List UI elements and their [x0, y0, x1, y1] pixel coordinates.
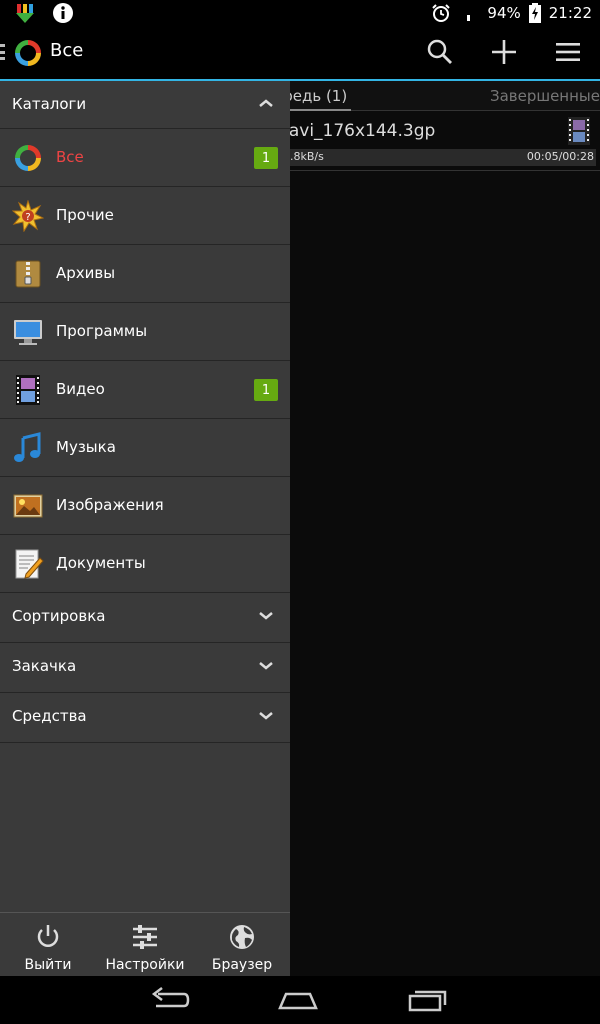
globe-icon — [230, 925, 254, 949]
tab-completed[interactable]: Завершенные — [490, 87, 600, 105]
category-images-label: Изображения — [56, 496, 164, 514]
search-button[interactable] — [424, 36, 456, 68]
alarm-icon — [432, 3, 451, 22]
exit-label: Выйти — [24, 957, 72, 973]
category-all[interactable]: Все 1 — [0, 129, 290, 187]
category-documents[interactable]: Документы — [0, 535, 290, 593]
signal-icon — [467, 14, 471, 21]
image-icon — [13, 494, 43, 518]
exit-button[interactable]: Выйти — [0, 913, 96, 976]
film-icon — [16, 375, 40, 405]
all-refresh-icon — [15, 145, 41, 171]
download-speed: .8kB/s — [290, 150, 324, 163]
section-catalogs[interactable]: Каталоги — [0, 81, 290, 129]
section-sorting-label: Сортировка — [12, 607, 106, 625]
browser-label: Браузер — [211, 957, 273, 973]
navigation-drawer: Каталоги Все 1 ? Прочие Архивы Программы… — [0, 81, 290, 976]
search-icon — [427, 39, 452, 64]
section-download[interactable]: Закачка — [0, 643, 290, 693]
category-video-badge: 1 — [254, 379, 278, 401]
action-bar-title: Все — [50, 40, 84, 61]
misc-burst-icon: ? — [12, 200, 44, 232]
category-video-label: Видео — [56, 380, 105, 398]
info-icon — [53, 2, 73, 23]
category-misc[interactable]: ? Прочие — [0, 187, 290, 245]
chevron-down-icon — [259, 662, 273, 670]
chevron-down-icon — [259, 612, 273, 620]
sliders-icon — [133, 925, 157, 949]
back-icon[interactable] — [144, 984, 192, 1016]
category-programs-label: Программы — [56, 322, 148, 340]
chevron-down-icon — [259, 712, 273, 720]
settings-label: Настройки — [105, 957, 185, 973]
home-icon[interactable] — [274, 984, 322, 1016]
settings-button[interactable]: Настройки — [97, 913, 193, 976]
drawer-bottom-bar: Выйти Настройки Браузер — [0, 912, 290, 976]
battery-percent: 94% — [487, 3, 521, 22]
section-tools-label: Средства — [12, 707, 87, 725]
browser-button[interactable]: Браузер — [194, 913, 290, 976]
recents-icon[interactable] — [404, 984, 452, 1016]
section-tools[interactable]: Средства — [0, 693, 290, 743]
document-icon — [15, 549, 44, 579]
category-images[interactable]: Изображения — [0, 477, 290, 535]
add-button[interactable] — [488, 36, 520, 68]
chevron-up-icon — [259, 99, 273, 107]
category-archives-label: Архивы — [56, 264, 116, 282]
category-all-label: Все — [56, 148, 84, 166]
drawer-indicator-icon[interactable] — [0, 44, 5, 60]
add-icon — [492, 40, 516, 64]
battery-icon — [528, 2, 541, 23]
category-programs[interactable]: Программы — [0, 303, 290, 361]
status-bar: 94% 21:22 — [0, 0, 600, 25]
music-note-icon — [14, 432, 41, 462]
overflow-menu-button[interactable] — [552, 36, 584, 68]
category-archives[interactable]: Архивы — [0, 245, 290, 303]
section-sorting[interactable]: Сортировка — [0, 593, 290, 643]
clock: 21:22 — [548, 3, 592, 22]
system-nav-bar — [0, 976, 600, 1024]
power-icon — [37, 925, 59, 947]
svg-text:?: ? — [25, 212, 30, 223]
archive-icon — [15, 260, 41, 288]
menu-icon — [556, 43, 580, 61]
category-music-label: Музыка — [56, 438, 116, 456]
category-misc-label: Прочие — [56, 206, 114, 224]
section-download-label: Закачка — [12, 657, 77, 675]
category-all-badge: 1 — [254, 147, 278, 169]
video-thumbnail-icon — [568, 117, 590, 145]
download-time: 00:05/00:28 — [526, 150, 594, 163]
category-video[interactable]: Видео 1 — [0, 361, 290, 419]
app-logo-icon[interactable] — [12, 37, 44, 69]
category-music[interactable]: Музыка — [0, 419, 290, 477]
category-documents-label: Документы — [56, 554, 146, 572]
monitor-icon — [14, 320, 42, 345]
download-notify-icon — [16, 3, 34, 23]
section-catalogs-label: Каталоги — [12, 95, 87, 113]
